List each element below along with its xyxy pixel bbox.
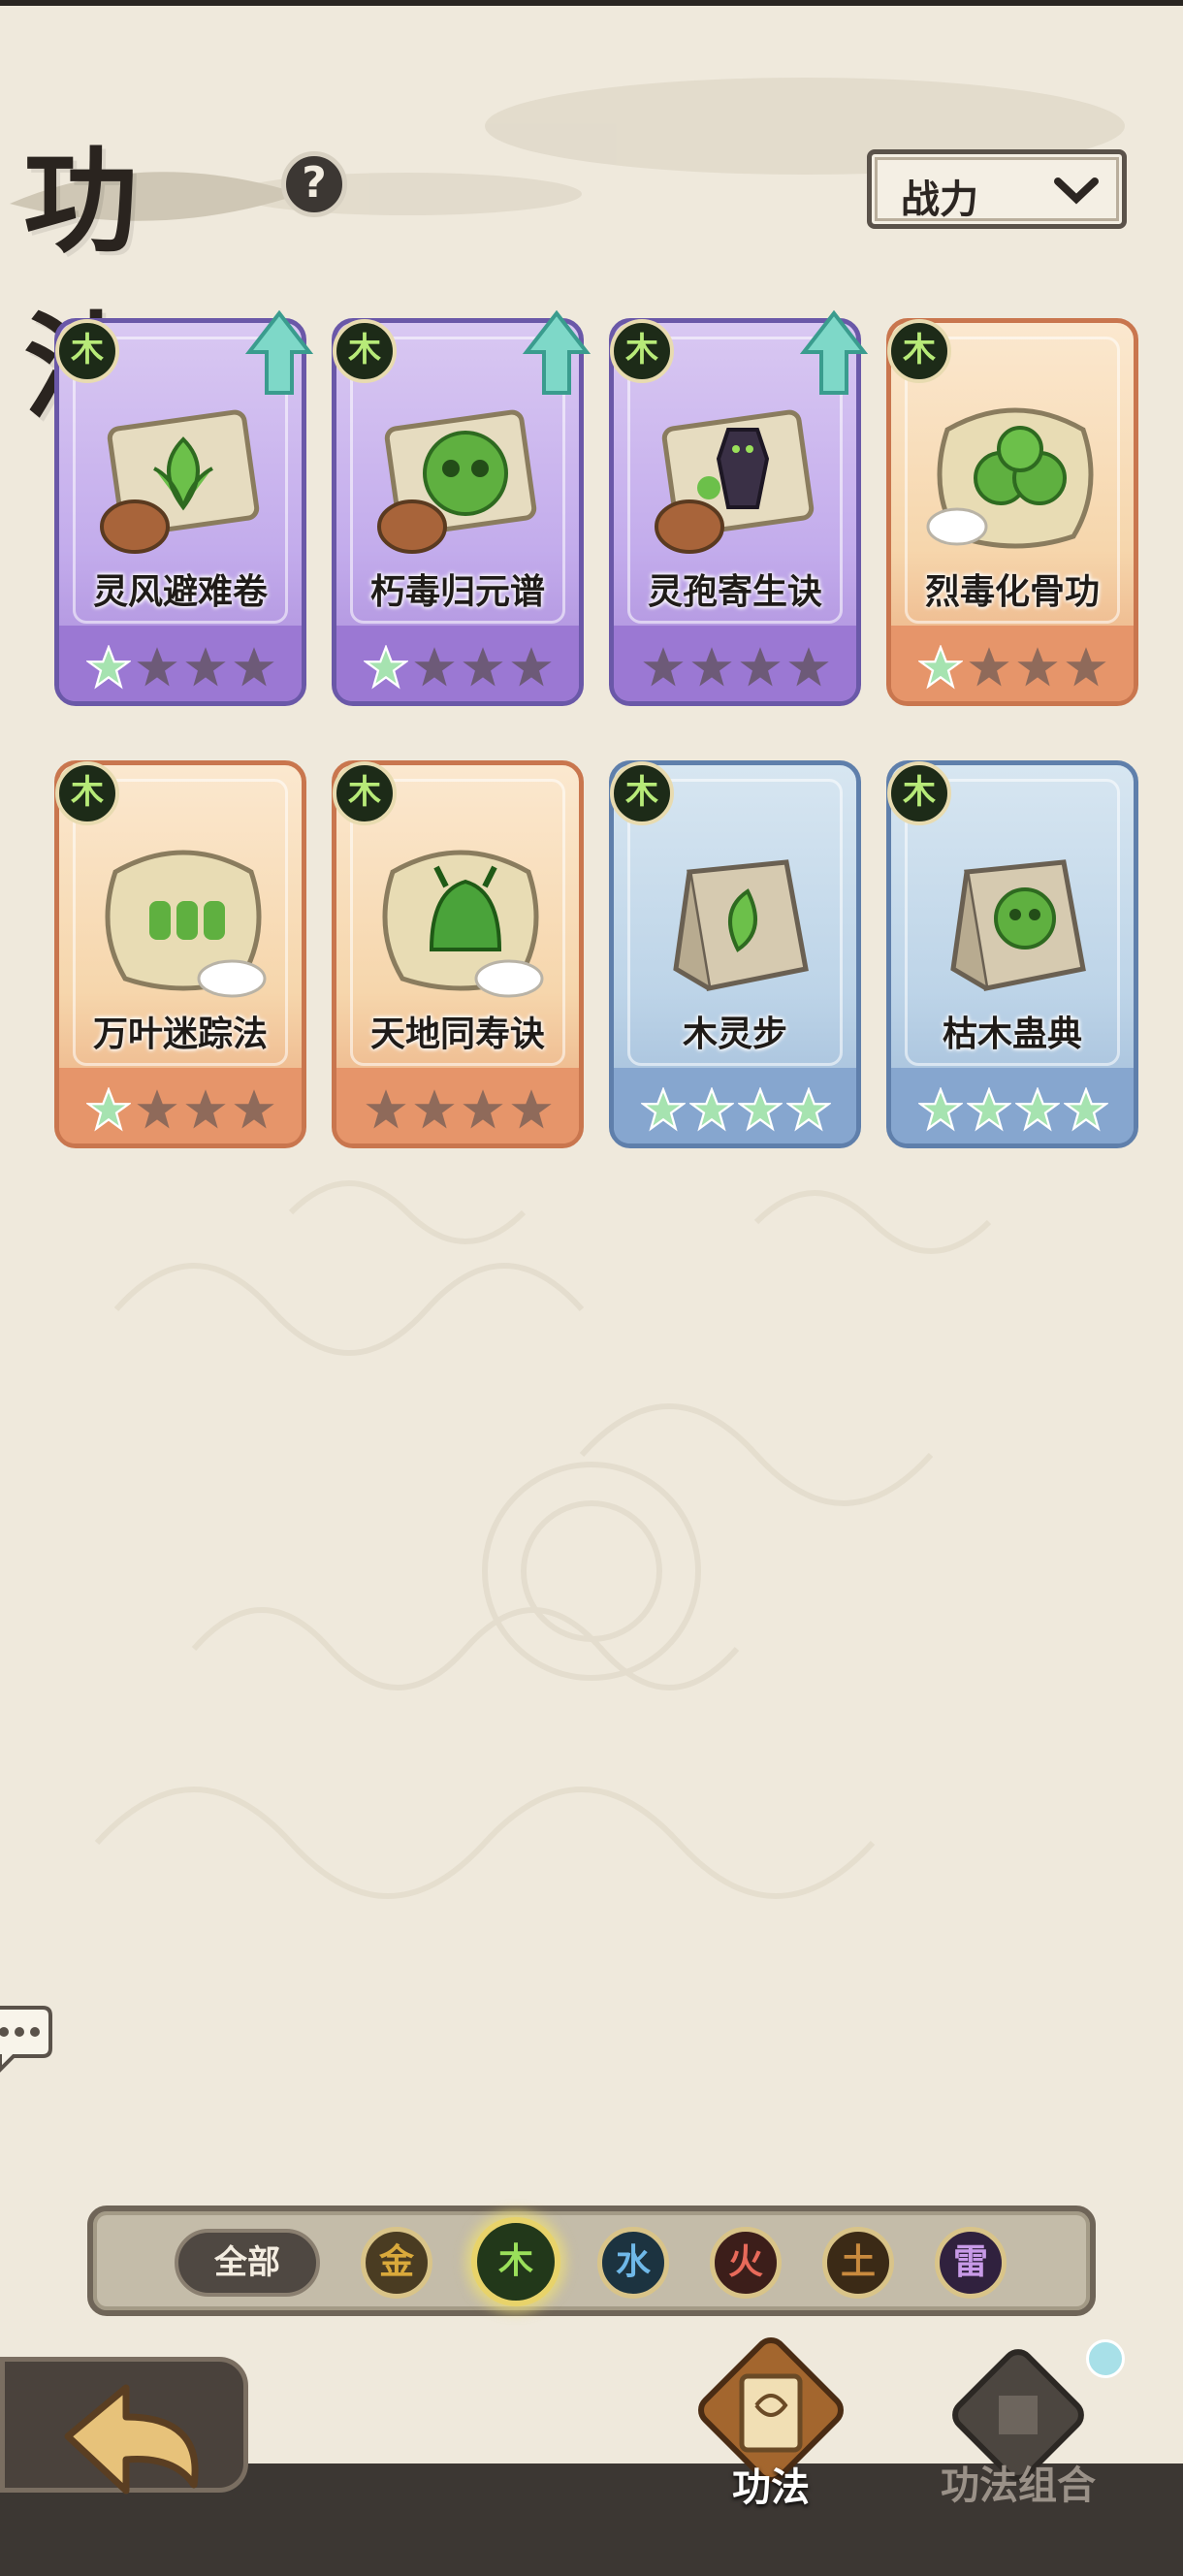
star-icon bbox=[511, 647, 552, 687]
wood-element-badge: 木 bbox=[610, 319, 674, 383]
skill-card[interactable]: 木 灵风避难卷 bbox=[54, 309, 313, 706]
skill-card[interactable]: 木 烈毒化骨功 bbox=[886, 318, 1138, 706]
star-icon bbox=[366, 1089, 406, 1129]
skill-card[interactable]: 木 枯木蛊典 bbox=[886, 760, 1138, 1148]
star-icon bbox=[414, 647, 455, 687]
element-filter-bar: 全部 金 木 水 火 土 雷 bbox=[87, 2206, 1096, 2316]
skill-name: 天地同寿诀 bbox=[369, 1014, 545, 1054]
star-icon bbox=[185, 1089, 226, 1129]
wood-element-badge: 木 bbox=[55, 319, 119, 383]
skill-name: 万叶迷踪法 bbox=[92, 1014, 268, 1054]
wood-element-badge: 木 bbox=[55, 761, 119, 825]
filter-thunder-button[interactable]: 雷 bbox=[935, 2227, 1007, 2299]
filter-all-button[interactable]: 全部 bbox=[175, 2229, 320, 2297]
filter-wood-button[interactable]: 木 bbox=[471, 2217, 560, 2306]
filter-metal-button[interactable]: 金 bbox=[361, 2227, 432, 2299]
skill-name: 灵风避难卷 bbox=[92, 572, 268, 612]
filter-water-button[interactable]: 水 bbox=[597, 2227, 669, 2299]
star-icon bbox=[740, 647, 781, 687]
star-icon bbox=[364, 645, 408, 690]
skill-name: 木灵步 bbox=[682, 1014, 787, 1054]
wood-element-badge: 木 bbox=[333, 761, 397, 825]
star-rating bbox=[641, 645, 831, 690]
skull-book-icon bbox=[950, 859, 1086, 991]
shadow-figure-icon bbox=[655, 409, 815, 554]
poison-cloud-dragon-icon bbox=[926, 407, 1094, 549]
wood-element-badge: 木 bbox=[887, 761, 951, 825]
star-icon bbox=[1017, 647, 1058, 687]
star-icon bbox=[137, 647, 177, 687]
skill-card[interactable]: 木 灵孢寄生诀 bbox=[609, 309, 868, 706]
leaf-figures-dragon-icon bbox=[105, 850, 267, 998]
tab-gongfa[interactable]: 功法 bbox=[669, 2328, 873, 2510]
skill-name: 灵孢寄生诀 bbox=[647, 572, 822, 612]
skill-card[interactable]: 木 天地同寿诀 bbox=[332, 760, 584, 1148]
wood-element-badge: 木 bbox=[333, 319, 397, 383]
chevron-down-icon bbox=[1054, 177, 1099, 205]
poison-skull-icon bbox=[377, 409, 537, 554]
green-beast-dragon-icon bbox=[382, 850, 544, 998]
star-icon bbox=[414, 1089, 455, 1129]
tab-combo-label: 功法组合 bbox=[941, 2463, 1096, 2508]
star-rating bbox=[86, 645, 276, 690]
star-icon bbox=[1015, 1087, 1060, 1132]
skill-name: 枯木蛊典 bbox=[942, 1014, 1082, 1054]
leaf-book-icon bbox=[673, 859, 809, 991]
chat-bubble-icon[interactable] bbox=[0, 1998, 52, 2076]
skill-card[interactable]: 木 万叶迷踪法 bbox=[54, 760, 306, 1148]
star-icon bbox=[738, 1087, 783, 1132]
star-icon bbox=[918, 1087, 963, 1132]
upgrade-arrow-icon bbox=[523, 309, 591, 395]
filter-earth-button[interactable]: 土 bbox=[822, 2227, 894, 2299]
wood-element-badge: 木 bbox=[610, 761, 674, 825]
star-rating bbox=[918, 1087, 1108, 1132]
filter-fire-button[interactable]: 火 bbox=[710, 2227, 782, 2299]
star-icon bbox=[641, 1087, 686, 1132]
star-icon bbox=[137, 1089, 177, 1129]
star-icon bbox=[86, 645, 131, 690]
skill-card[interactable]: 木 木灵步 bbox=[609, 760, 861, 1148]
star-icon bbox=[463, 1089, 503, 1129]
star-rating bbox=[364, 645, 554, 690]
upgrade-arrow-icon bbox=[800, 309, 868, 395]
star-rating bbox=[86, 1087, 276, 1132]
upgrade-arrow-icon bbox=[245, 309, 313, 395]
wood-element-badge: 木 bbox=[887, 319, 951, 383]
star-icon bbox=[463, 647, 503, 687]
star-icon bbox=[689, 1087, 734, 1132]
sort-dropdown[interactable]: 战力 bbox=[867, 149, 1127, 229]
star-icon bbox=[1066, 647, 1106, 687]
star-icon bbox=[786, 1087, 831, 1132]
star-rating bbox=[641, 1087, 831, 1132]
star-icon bbox=[86, 1087, 131, 1132]
star-icon bbox=[234, 1089, 274, 1129]
star-icon bbox=[185, 647, 226, 687]
star-icon bbox=[511, 1089, 552, 1129]
star-icon bbox=[969, 647, 1009, 687]
skill-card[interactable]: 木 朽毒归元谱 bbox=[332, 309, 591, 706]
tab-gongfa-label: 功法 bbox=[732, 2465, 810, 2510]
star-icon bbox=[691, 647, 732, 687]
skill-name: 朽毒归元谱 bbox=[369, 572, 545, 612]
upgrade-badge-icon bbox=[1086, 2339, 1125, 2378]
skill-name: 烈毒化骨功 bbox=[924, 572, 1100, 612]
star-icon bbox=[918, 645, 963, 690]
sort-dropdown-label: 战力 bbox=[901, 177, 978, 222]
leaf-scroll-icon bbox=[100, 409, 260, 554]
star-icon bbox=[1064, 1087, 1108, 1132]
star-rating bbox=[918, 645, 1108, 690]
help-button[interactable]: ? bbox=[281, 151, 347, 217]
star-rating bbox=[364, 1087, 554, 1132]
star-icon bbox=[643, 647, 684, 687]
back-arrow-icon[interactable] bbox=[58, 2378, 213, 2514]
star-icon bbox=[967, 1087, 1011, 1132]
star-icon bbox=[234, 647, 274, 687]
star-icon bbox=[788, 647, 829, 687]
